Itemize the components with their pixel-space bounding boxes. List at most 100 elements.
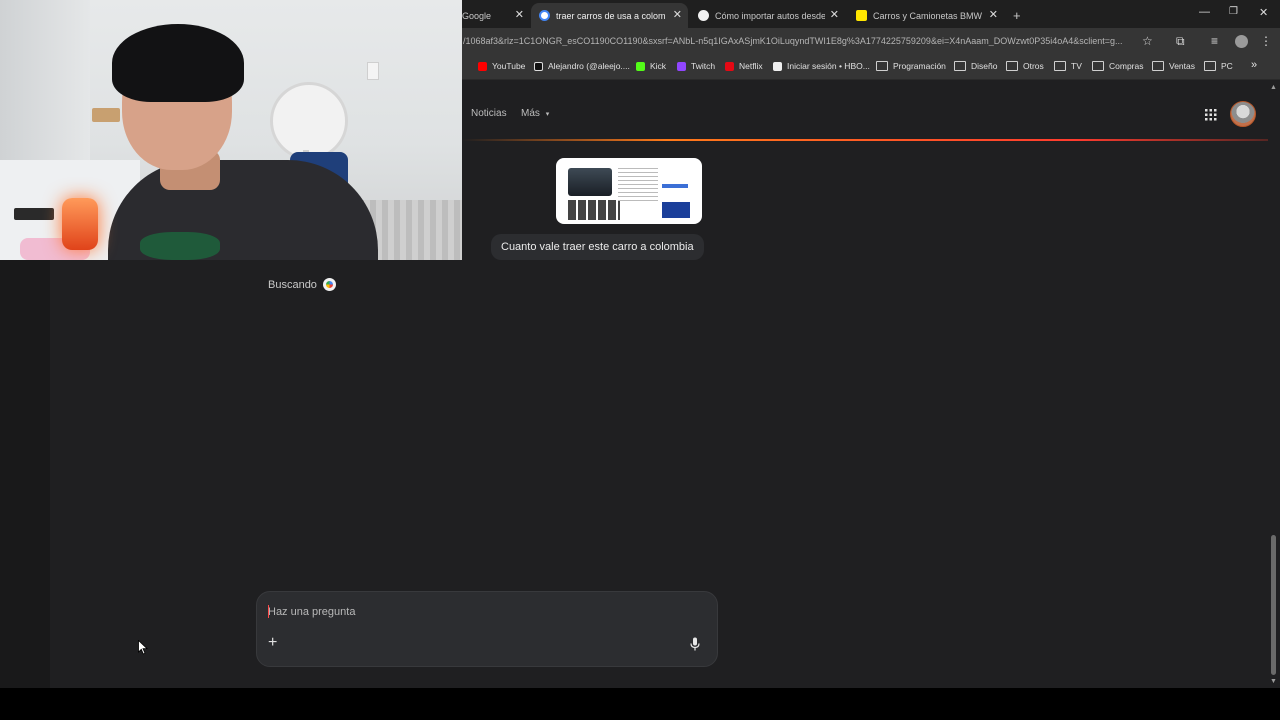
tab-google[interactable]: Google ✕: [462, 3, 530, 28]
tab-noticias[interactable]: Noticias: [471, 108, 507, 119]
tab-como-importar[interactable]: Cómo importar autos desde Es ✕: [690, 3, 845, 28]
tucarro-favicon-icon: [856, 10, 867, 21]
tab-title: traer carros de usa a colombia: [556, 10, 666, 21]
listing-price-bar: [662, 184, 688, 188]
account-avatar[interactable]: [1230, 101, 1256, 127]
google-loading-icon: [322, 278, 336, 291]
bottom-black-bar: [0, 688, 1280, 720]
minimize-button[interactable]: —: [1199, 6, 1210, 18]
folder-icon: [954, 61, 966, 71]
browser-menu-icon[interactable]: ⋮: [1260, 34, 1272, 48]
tiktok-icon: [534, 61, 543, 71]
bookmark-kick[interactable]: Kick: [636, 61, 666, 71]
scroll-down-arrow-icon[interactable]: ▼: [1270, 678, 1277, 685]
hbo-icon: [773, 61, 782, 71]
bookmark-label: Twitch: [691, 61, 716, 71]
bookmark-label: Kick: [650, 61, 667, 71]
microphone-icon[interactable]: [690, 637, 700, 656]
bookmark-label: Otros: [1023, 61, 1044, 71]
ask-input[interactable]: [268, 604, 648, 620]
bookmark-label: Programación: [893, 61, 946, 71]
chevron-down-icon: ▾: [545, 111, 550, 118]
bookmark-folder-pc[interactable]: PC: [1204, 61, 1233, 71]
close-tab-icon[interactable]: ✕: [830, 8, 839, 21]
browser-profile-icon[interactable]: [1235, 35, 1248, 48]
photo-gallery-strip: [568, 200, 620, 220]
folder-icon: [1092, 61, 1104, 71]
bookmark-hbo[interactable]: Iniciar sesión • HBO...: [773, 61, 870, 71]
restore-button[interactable]: ❐: [1229, 6, 1238, 17]
tab-carros-bmw[interactable]: Carros y Camionetas BMW X3 ✕: [848, 3, 1004, 28]
twitch-icon: [677, 61, 686, 71]
ask-box: +: [256, 591, 718, 667]
youtube-icon: [478, 61, 487, 71]
folder-icon: [1054, 61, 1066, 71]
netflix-icon: [725, 61, 734, 71]
bookmark-netflix[interactable]: Netflix: [725, 61, 763, 71]
searching-status-label: Buscando: [268, 278, 317, 291]
webcam-shelf: [92, 108, 120, 122]
search-top-nav: Noticias Más ▾: [462, 80, 1270, 140]
media-controls-icon[interactable]: ≡: [1211, 34, 1218, 48]
globe-favicon-icon: [698, 10, 709, 21]
ai-mode-accent-line: [462, 139, 1280, 141]
bookmark-label: Alejandro (@aleejo....: [548, 61, 630, 71]
tab-mas-label: Más: [521, 108, 540, 119]
close-window-button[interactable]: ✕: [1259, 6, 1268, 19]
webcam-overlay: [0, 0, 462, 260]
bookmark-label: TV: [1071, 61, 1082, 71]
searching-status: Buscando: [268, 278, 336, 291]
close-tab-icon[interactable]: ✕: [673, 8, 682, 21]
bookmark-label: PC: [1221, 61, 1233, 71]
bookmark-star-icon[interactable]: ☆: [1142, 34, 1153, 48]
listing-text-block: [618, 168, 658, 204]
bookmark-label: YouTube: [492, 61, 526, 71]
close-tab-icon[interactable]: ✕: [989, 8, 998, 21]
user-query-bubble: Cuanto vale traer este carro a colombia: [491, 234, 704, 260]
tab-title: Cómo importar autos desde Es: [715, 10, 825, 21]
kick-icon: [636, 61, 645, 71]
extensions-icon[interactable]: ⧉: [1176, 34, 1185, 49]
bookmark-label: Compras: [1109, 61, 1144, 71]
folder-icon: [1006, 61, 1018, 71]
tab-mas[interactable]: Más ▾: [521, 108, 549, 119]
folder-icon: [1204, 61, 1216, 71]
bookmark-label: Diseño: [971, 61, 998, 71]
tab-title: Carros y Camionetas BMW X3: [873, 10, 983, 21]
bookmark-label: Iniciar sesión • HBO...: [787, 61, 870, 71]
webcam-person-hair: [112, 24, 244, 102]
bookmark-folder-ventas[interactable]: Ventas: [1152, 61, 1195, 71]
webcam-desk-object: [14, 208, 54, 220]
google-favicon-icon: [539, 10, 550, 21]
listing-ad-block: [662, 202, 690, 218]
url-field[interactable]: /1068af3&rlz=1C1ONGR_esCO1190CO1190&sxsr…: [463, 36, 1133, 46]
bookmark-folder-compras[interactable]: Compras: [1092, 61, 1143, 71]
bookmark-folder-tv[interactable]: TV: [1054, 61, 1082, 71]
bookmarks-overflow-icon[interactable]: »: [1251, 59, 1257, 71]
bookmark-youtube[interactable]: YouTube: [478, 61, 525, 71]
new-tab-button[interactable]: +: [1013, 3, 1021, 28]
close-tab-icon[interactable]: ✕: [515, 8, 524, 21]
folder-icon: [1152, 61, 1164, 71]
bookmark-tiktok[interactable]: Alejandro (@aleejo....: [534, 61, 630, 71]
page-scrollbar-thumb[interactable]: [1271, 535, 1276, 675]
bookmark-label: Netflix: [739, 61, 763, 71]
scroll-up-arrow-icon[interactable]: ▲: [1270, 84, 1277, 91]
apps-grid-icon[interactable]: [1205, 108, 1217, 126]
add-attachment-button[interactable]: +: [268, 635, 277, 651]
bookmark-label: Ventas: [1169, 61, 1195, 71]
car-photo: [568, 168, 612, 196]
webcam-lamp: [62, 198, 98, 250]
uploaded-image-thumbnail[interactable]: [556, 158, 702, 224]
webcam-outlet: [367, 62, 379, 80]
folder-icon: [876, 61, 888, 71]
bookmark-folder-diseno[interactable]: Diseño: [954, 61, 997, 71]
bookmark-twitch[interactable]: Twitch: [677, 61, 715, 71]
webcam-fan: [270, 82, 348, 160]
bookmark-folder-programacion[interactable]: Programación: [876, 61, 946, 71]
tab-title: Google: [462, 10, 492, 21]
text-caret: [268, 605, 269, 618]
webcam-green-object: [140, 232, 220, 260]
tab-traer-carros[interactable]: traer carros de usa a colombia ✕: [531, 3, 688, 28]
bookmark-folder-otros[interactable]: Otros: [1006, 61, 1044, 71]
